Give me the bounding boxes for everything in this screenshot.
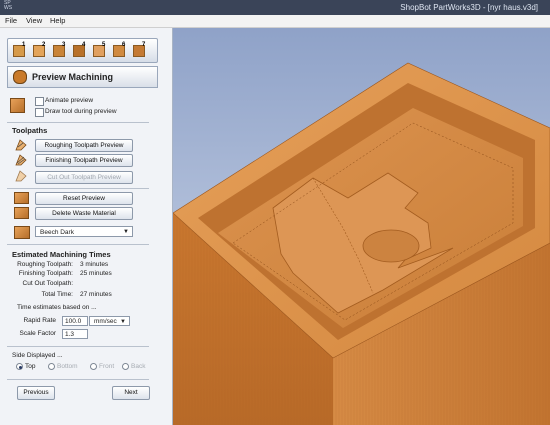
roughing-toolpath-preview-button[interactable]: Roughing Toolpath Preview bbox=[35, 139, 133, 152]
draw-tool-checkbox[interactable] bbox=[35, 108, 44, 117]
tool-2-button[interactable]: 2 bbox=[33, 42, 49, 57]
side-front-radio[interactable] bbox=[90, 363, 97, 370]
animate-preview-checkbox[interactable] bbox=[35, 97, 44, 106]
delete-waste-material-button[interactable]: Delete Waste Material bbox=[35, 207, 133, 220]
app-icon[interactable]: SP WS bbox=[4, 1, 12, 11]
tool-7-button[interactable]: 7 bbox=[133, 42, 149, 57]
tool-1-button[interactable]: 1 bbox=[13, 42, 29, 57]
finishing-toolpath-icon bbox=[15, 154, 27, 166]
tool-4-button[interactable]: 4 bbox=[73, 42, 89, 57]
tool-5-number: 5 bbox=[102, 42, 106, 48]
machining-times-header: Estimated Machining Times bbox=[12, 250, 111, 259]
animate-preview-label: Animate preview bbox=[45, 97, 94, 104]
rapid-rate-input[interactable]: 100.0 bbox=[62, 316, 88, 326]
total-time-value: 27 minutes bbox=[80, 291, 112, 298]
side-front-label: Front bbox=[99, 363, 115, 370]
menu-file[interactable]: File bbox=[5, 16, 17, 25]
side-top-radio[interactable] bbox=[16, 363, 23, 370]
roughing-toolpath-icon bbox=[15, 139, 27, 151]
menu-bar: File View Help bbox=[0, 15, 550, 28]
finishing-time-value: 25 minutes bbox=[80, 270, 112, 277]
rapid-rate-label: Rapid Rate bbox=[23, 317, 56, 324]
3d-preview-viewport[interactable] bbox=[173, 28, 550, 425]
material-select[interactable]: Beech Dark ▼ bbox=[35, 226, 133, 237]
divider bbox=[7, 244, 149, 245]
tool-4-number: 4 bbox=[82, 42, 86, 48]
material-select-value: Beech Dark bbox=[40, 229, 74, 236]
side-top-label: Top bbox=[25, 363, 36, 370]
side-bottom-radio[interactable] bbox=[48, 363, 55, 370]
tool-5-button[interactable]: 5 bbox=[93, 42, 109, 57]
chevron-down-icon: ▼ bbox=[120, 319, 126, 325]
roughing-time-label: Roughing Toolpath: bbox=[17, 261, 73, 268]
tool-1-number: 1 bbox=[22, 42, 26, 48]
toolpath-toolbar: 1 2 3 4 5 6 7 bbox=[7, 38, 158, 63]
preview-machining-header: Preview Machining bbox=[7, 66, 158, 88]
draw-tool-label: Draw tool during preview bbox=[45, 108, 117, 115]
scale-factor-label: Scale Factor bbox=[19, 330, 57, 337]
next-button[interactable]: Next bbox=[112, 386, 150, 400]
rapid-rate-unit-value: mm/sec bbox=[94, 318, 117, 325]
divider bbox=[7, 122, 149, 123]
cutout-time-label: Cut Out Toolpath: bbox=[22, 280, 73, 287]
chevron-down-icon: ▼ bbox=[123, 229, 129, 235]
magnifier-icon bbox=[13, 70, 27, 84]
divider bbox=[7, 346, 149, 347]
finishing-toolpath-preview-button[interactable]: Finishing Toolpath Preview bbox=[35, 154, 133, 167]
previous-button[interactable]: Previous bbox=[17, 386, 55, 400]
divider bbox=[7, 379, 149, 380]
side-bottom-label: Bottom bbox=[57, 363, 78, 370]
material-swatch-icon bbox=[14, 226, 30, 239]
scale-factor-input[interactable]: 1.3 bbox=[62, 329, 88, 339]
tool-7-number: 7 bbox=[142, 42, 146, 48]
tool-2-number: 2 bbox=[42, 42, 46, 48]
total-time-label: Total Time: bbox=[41, 291, 73, 298]
roughing-time-value: 3 minutes bbox=[80, 261, 109, 268]
window-title: ShopBot PartWorks3D - [nyr haus.v3d] bbox=[400, 3, 538, 12]
rapid-rate-unit-select[interactable]: mm/sec ▼ bbox=[89, 316, 130, 326]
reset-preview-icon bbox=[14, 192, 29, 204]
side-back-radio[interactable] bbox=[122, 363, 129, 370]
tool-3-number: 3 bbox=[62, 42, 66, 48]
finishing-time-label: Finishing Toolpath: bbox=[18, 270, 73, 277]
material-block-icon bbox=[10, 98, 25, 113]
tool-6-number: 6 bbox=[122, 42, 126, 48]
side-displayed-header: Side Displayed ... bbox=[12, 352, 63, 359]
preview-machining-panel: 1 2 3 4 5 6 7 Preview Machining Animate … bbox=[0, 28, 173, 425]
delete-waste-icon bbox=[14, 207, 29, 219]
cut-out-toolpath-icon bbox=[15, 170, 27, 182]
reset-preview-button[interactable]: Reset Preview bbox=[35, 192, 133, 205]
toolpaths-header: Toolpaths bbox=[12, 126, 48, 135]
machined-part-render bbox=[173, 62, 550, 425]
cut-out-toolpath-preview-button[interactable]: Cut Out Toolpath Preview bbox=[35, 171, 133, 184]
tool-3-button[interactable]: 3 bbox=[53, 42, 69, 57]
divider bbox=[7, 188, 149, 189]
estimates-note: Time estimates based on ... bbox=[17, 304, 97, 311]
title-bar: SP WS ShopBot PartWorks3D - [nyr haus.v3… bbox=[0, 0, 550, 15]
menu-help[interactable]: Help bbox=[50, 16, 65, 25]
relief-round-hole bbox=[362, 229, 420, 263]
panel-title: Preview Machining bbox=[32, 72, 114, 82]
menu-view[interactable]: View bbox=[26, 16, 42, 25]
side-back-label: Back bbox=[131, 363, 146, 370]
tool-6-button[interactable]: 6 bbox=[113, 42, 129, 57]
